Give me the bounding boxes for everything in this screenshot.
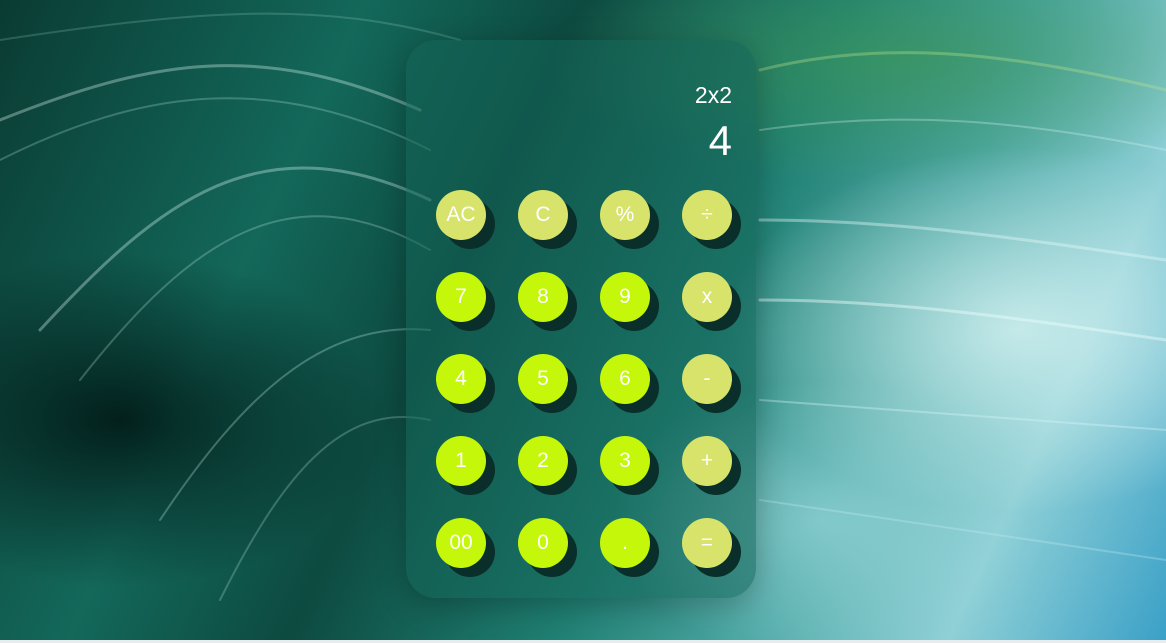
digit-9-button[interactable]: 9	[600, 272, 650, 322]
calculator-display: 2x2 4	[695, 80, 732, 166]
divide-button[interactable]: ÷	[682, 190, 732, 240]
digit-4-button[interactable]: 4	[436, 354, 486, 404]
equals-button[interactable]: =	[682, 518, 732, 568]
digit-8-button[interactable]: 8	[518, 272, 568, 322]
keypad: AC C % ÷ 7 8 9 x 4 5 6 - 1 2 3 + 00 0 . …	[436, 190, 732, 568]
all-clear-button[interactable]: AC	[436, 190, 486, 240]
digit-5-button[interactable]: 5	[518, 354, 568, 404]
result-display: 4	[708, 117, 732, 164]
percent-button[interactable]: %	[600, 190, 650, 240]
calculator: 2x2 4 AC C % ÷ 7 8 9 x 4 5 6 - 1 2 3 + 0…	[406, 40, 756, 598]
digit-1-button[interactable]: 1	[436, 436, 486, 486]
subtract-button[interactable]: -	[682, 354, 732, 404]
expression-display: 2x2	[694, 82, 732, 108]
multiply-button[interactable]: x	[682, 272, 732, 322]
digit-2-button[interactable]: 2	[518, 436, 568, 486]
clear-button[interactable]: C	[518, 190, 568, 240]
double-zero-button[interactable]: 00	[436, 518, 486, 568]
add-button[interactable]: +	[682, 436, 732, 486]
digit-6-button[interactable]: 6	[600, 354, 650, 404]
digit-7-button[interactable]: 7	[436, 272, 486, 322]
digit-0-button[interactable]: 0	[518, 518, 568, 568]
digit-3-button[interactable]: 3	[600, 436, 650, 486]
decimal-point-button[interactable]: .	[600, 518, 650, 568]
